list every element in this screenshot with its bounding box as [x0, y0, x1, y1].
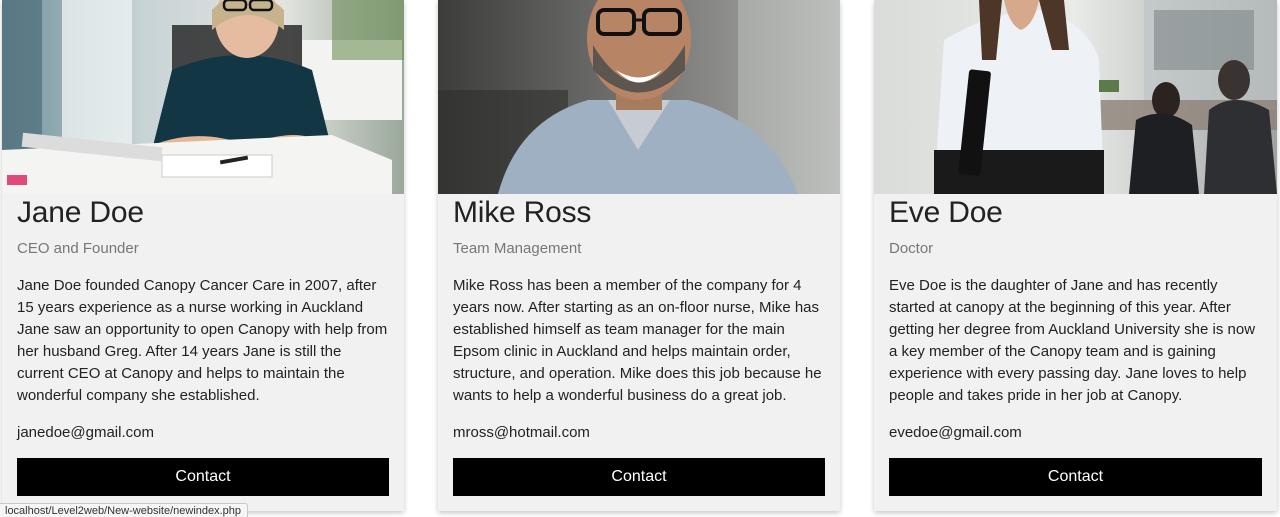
- member-name: Eve Doe: [889, 196, 1003, 229]
- member-title: Team Management: [453, 240, 582, 257]
- team-card-eve-doe: Eve Doe Doctor Eve Doe is the daughter o…: [874, 0, 1277, 511]
- member-bio: Jane Doe founded Canopy Cancer Care in 2…: [17, 277, 388, 404]
- member-title: Doctor: [889, 240, 934, 257]
- mike-ross-photo: [438, 0, 840, 194]
- member-email: janedoe@gmail.com: [17, 424, 154, 441]
- member-email: mross@hotmail.com: [453, 424, 590, 441]
- member-name: Jane Doe: [17, 196, 144, 229]
- contact-button-eve-doe[interactable]: Contact: [889, 458, 1262, 496]
- team-page: Jane Doe CEO and Founder Jane Doe founde…: [0, 0, 1280, 517]
- browser-status-url: localhost/Level2web/New-website/newindex…: [0, 503, 249, 517]
- member-bio: Mike Ross has been a member of the compa…: [453, 277, 822, 404]
- member-title: CEO and Founder: [17, 240, 139, 257]
- member-bio: Eve Doe is the daughter of Jane and has …: [889, 277, 1256, 404]
- member-name: Mike Ross: [453, 196, 592, 229]
- eve-doe-photo: [874, 0, 1277, 194]
- member-email: evedoe@gmail.com: [889, 424, 1022, 441]
- team-card-mike-ross: Mike Ross Team Management Mike Ross has …: [438, 0, 840, 511]
- jane-doe-photo: [2, 0, 404, 194]
- contact-button-jane-doe[interactable]: Contact: [17, 458, 389, 496]
- team-card-jane-doe: Jane Doe CEO and Founder Jane Doe founde…: [2, 0, 404, 511]
- contact-button-mike-ross[interactable]: Contact: [453, 458, 825, 496]
